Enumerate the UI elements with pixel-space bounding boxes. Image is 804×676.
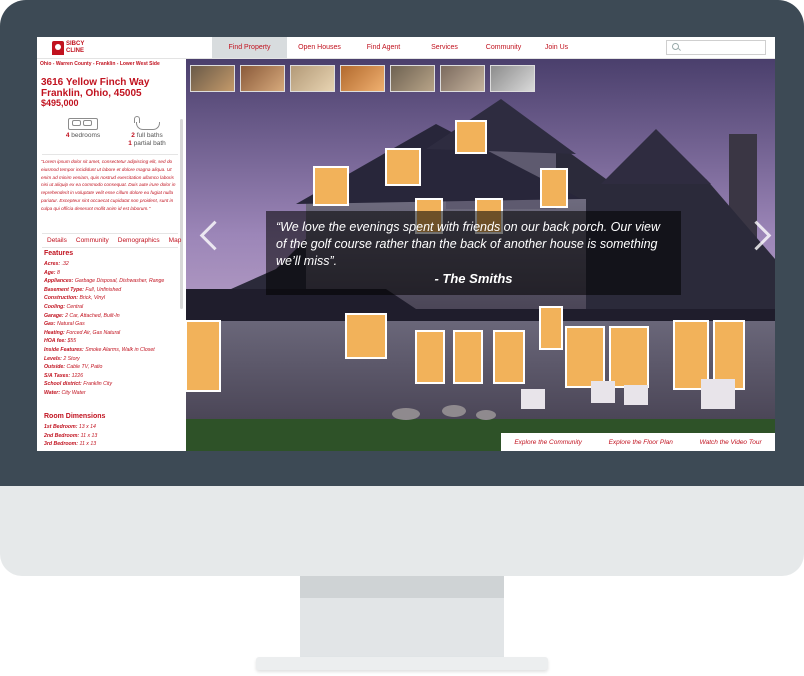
- feature-row: Levels: 2 Story: [44, 355, 80, 362]
- bathtub-icon: [130, 114, 164, 132]
- explore-floor-plan-link[interactable]: Explore the Floor Plan: [609, 439, 673, 446]
- listing-sidebar: Ohio - Warren County - Franklin - Lower …: [37, 59, 186, 451]
- room-row: 1st Bedroom: 13 x 14: [44, 424, 96, 430]
- bathrooms-stat: 2 full baths 1 partial bath: [115, 114, 179, 148]
- logo-text: SIBCY CLINE: [66, 40, 85, 54]
- room-row: 3rd Bedroom: 11 x 13: [44, 441, 97, 448]
- feature-row: Acres: .32: [44, 261, 69, 267]
- features-heading: Features: [44, 250, 74, 257]
- thumbnail-photo[interactable]: [190, 65, 235, 92]
- breadcrumb[interactable]: Ohio - Warren County - Franklin - Lower …: [40, 61, 160, 67]
- feature-row: Outside: Cable TV, Patio: [44, 364, 103, 371]
- bed-icon: [66, 114, 100, 132]
- nav-find-property[interactable]: Find Property: [212, 37, 287, 58]
- listing-price: $495,000: [41, 98, 79, 108]
- thumbnail-photo[interactable]: [490, 65, 535, 92]
- search-input[interactable]: [685, 41, 761, 53]
- watch-video-tour-link[interactable]: Watch the Video Tour: [700, 439, 762, 446]
- nav-community[interactable]: Community: [474, 37, 533, 58]
- listing-address: 3616 Yellow Finch Way Franklin, Ohio, 45…: [41, 77, 149, 99]
- previous-slide-arrow-icon[interactable]: [198, 219, 212, 253]
- feature-row: Cooling: Central: [44, 303, 84, 310]
- site-header: SIBCY CLINE Find Property Open Houses Fi…: [37, 37, 775, 59]
- sidebar-scrollbar[interactable]: [180, 119, 183, 309]
- features-list: Acres: .32 Age: 8 Appliances: Garbage Di…: [44, 260, 164, 398]
- divider: [42, 247, 178, 248]
- thumbnail-photo[interactable]: [440, 65, 485, 92]
- feature-row: S/A Taxes: 1226: [44, 372, 84, 379]
- thumbnail-photo[interactable]: [240, 65, 285, 92]
- partial-baths-count: 1: [128, 140, 132, 147]
- tab-details[interactable]: Details: [47, 234, 67, 247]
- room-row: 2nd Bedroom: 11 x 13: [44, 432, 98, 439]
- monitor-base: [256, 657, 548, 670]
- bedrooms-stat: 4 bedrooms: [53, 114, 113, 140]
- listing-tabs: Details Community Demographics Map: [41, 234, 181, 247]
- feature-row: Construction: Brick, Vinyl: [44, 295, 106, 302]
- full-baths-label: full baths: [136, 132, 163, 139]
- tab-map[interactable]: Map: [169, 234, 182, 247]
- thumbnail-photo[interactable]: [390, 65, 435, 92]
- nav-join-us[interactable]: Join Us: [533, 37, 580, 58]
- feature-row: Heating: Forced Air, Gas Natural: [44, 329, 121, 336]
- nav-open-houses[interactable]: Open Houses: [287, 37, 352, 58]
- brand-logo[interactable]: SIBCY CLINE: [52, 40, 100, 55]
- bedrooms-label: bedrooms: [71, 132, 101, 139]
- feature-row: Water: City Water: [44, 389, 86, 396]
- next-slide-arrow-icon[interactable]: [750, 219, 764, 253]
- main-nav: Find Property Open Houses Find Agent Ser…: [212, 37, 580, 58]
- partial-baths-label: partial bath: [133, 140, 166, 147]
- monitor-stand-shadow: [300, 576, 504, 598]
- testimonial-quote: “We love the evenings spent with friends…: [276, 220, 660, 268]
- search-box[interactable]: [666, 40, 766, 55]
- hero-slideshow: “We love the evenings spent with friends…: [186, 59, 775, 451]
- thumbnail-photo[interactable]: [340, 65, 385, 92]
- browser-screen: SIBCY CLINE Find Property Open Houses Fi…: [37, 37, 775, 451]
- nav-find-agent[interactable]: Find Agent: [352, 37, 415, 58]
- room-dimensions-heading: Room Dimensions: [44, 413, 106, 420]
- listing-description: "Lorem ipsum dolor sit amet, consectetur…: [41, 159, 176, 211]
- feature-row: Appliances: Garbage Disposal, Dishwasher…: [44, 278, 165, 285]
- hero-links-bar: Explore the Community Explore the Floor …: [501, 433, 775, 451]
- nav-services[interactable]: Services: [415, 37, 474, 58]
- tab-demographics[interactable]: Demographics: [118, 234, 160, 247]
- feature-row: Garage: 2 Car, Attached, Built-In: [44, 312, 120, 319]
- thumbnail-photo[interactable]: [290, 65, 335, 92]
- feature-row: HOA fee: $55: [44, 338, 77, 345]
- tab-community[interactable]: Community: [76, 234, 109, 247]
- feature-row: Inside Features: Smoke Alarms, Walk in C…: [44, 346, 155, 353]
- feature-row: Age: 8: [44, 269, 60, 276]
- feature-row: School district: Franklin City: [44, 381, 113, 388]
- full-baths-count: 2: [131, 132, 135, 139]
- logo-mark-icon: [52, 40, 64, 55]
- search-icon: [672, 43, 679, 50]
- address-street: 3616 Yellow Finch Way: [41, 77, 150, 88]
- feature-row: Basement Type: Full, Unfinished: [44, 286, 122, 293]
- explore-community-link[interactable]: Explore the Community: [514, 439, 582, 446]
- feature-row: Gas: Natural Gas: [44, 321, 85, 328]
- bedrooms-count: 4: [65, 132, 70, 139]
- divider: [42, 154, 178, 155]
- testimonial-attribution: - The Smiths: [434, 271, 513, 286]
- testimonial-overlay: “We love the evenings spent with friends…: [266, 211, 681, 295]
- room-dimensions-list: 1st Bedroom: 13 x 14 2nd Bedroom: 11 x 1…: [44, 423, 97, 449]
- photo-thumbnails: [190, 65, 540, 92]
- monitor-chin: [0, 486, 804, 576]
